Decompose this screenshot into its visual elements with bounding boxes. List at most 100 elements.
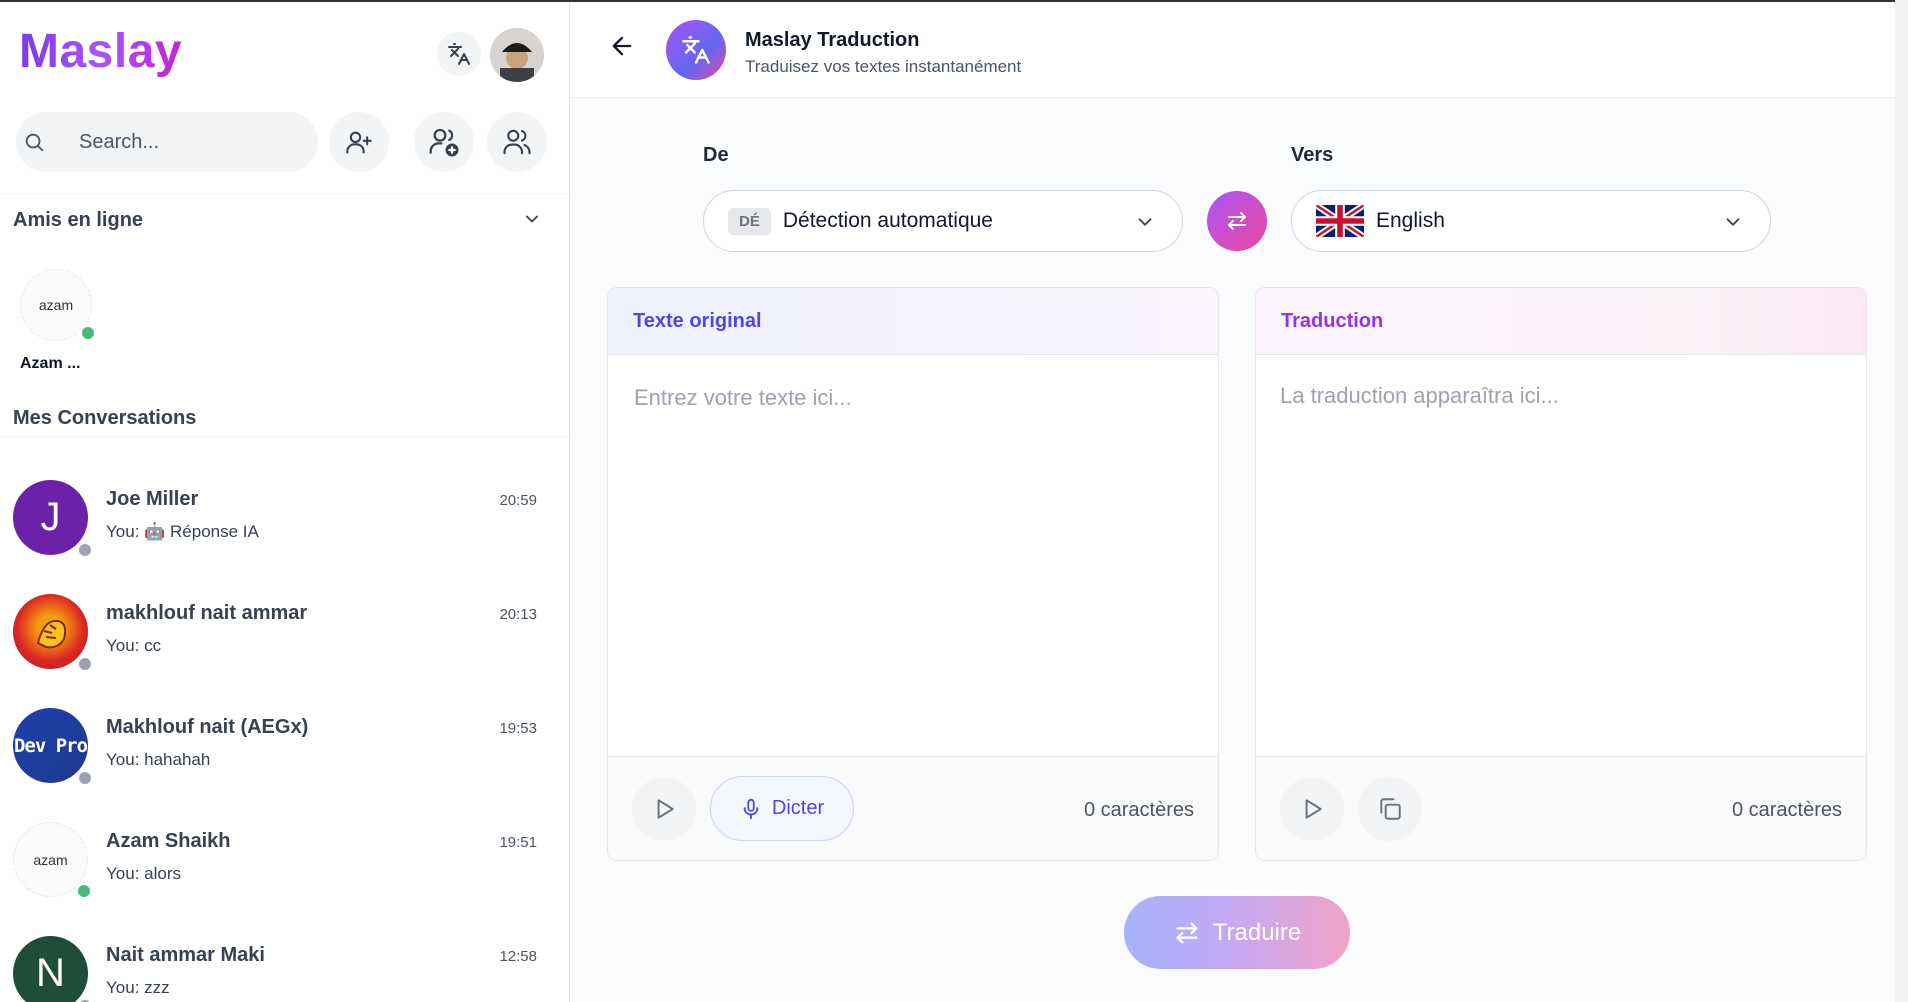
page-scrollbar[interactable] xyxy=(1895,0,1908,1002)
conversation-item[interactable]: azam Azam Shaikh 19:51 You: alors xyxy=(0,822,569,936)
conversations-title: Mes Conversations xyxy=(13,407,197,429)
selected-source-language: Détection automatique xyxy=(782,209,993,232)
avatar-text: azam xyxy=(33,851,68,868)
user-avatar-image xyxy=(490,28,544,82)
source-language-select[interactable]: DÉ Détection automatique xyxy=(703,190,1183,252)
conversation-item[interactable]: makhlouf nait ammar 20:13 You: cc xyxy=(0,594,569,708)
conversation-preview: You: cc xyxy=(106,636,162,655)
source-language-label: De xyxy=(703,144,729,166)
translation-output[interactable]: La traduction apparaîtra ici... xyxy=(1280,383,1842,409)
groups-button[interactable] xyxy=(487,112,547,172)
add-friend-button[interactable] xyxy=(329,112,389,172)
user-plus-icon xyxy=(346,131,372,154)
selected-target-language: English xyxy=(1376,209,1445,232)
translation-panel-body: La traduction apparaîtra ici... xyxy=(1256,355,1866,757)
conversation-name: Azam Shaikh xyxy=(106,830,231,852)
play-translation-button[interactable] xyxy=(1280,777,1344,841)
avatar-letter: N xyxy=(36,951,65,995)
back-button[interactable] xyxy=(608,32,636,65)
online-status-dot xyxy=(75,882,93,900)
offline-status-dot xyxy=(76,997,94,1002)
language-code-badge: DÉ xyxy=(728,207,771,235)
page-title: Maslay Traduction xyxy=(745,29,920,51)
original-text-input[interactable] xyxy=(632,383,1194,729)
avatar: Dev Pro xyxy=(13,708,94,787)
translation-panel-footer: 0 caractères xyxy=(1256,756,1866,860)
search-icon xyxy=(19,131,49,153)
users-icon xyxy=(503,129,531,155)
avatar: N xyxy=(13,936,94,1002)
divider xyxy=(0,436,569,437)
play-icon xyxy=(1305,799,1322,819)
conversation-preview: You: zzz xyxy=(106,978,170,997)
page-subtitle: Traduisez vos textes instantanément xyxy=(745,57,1022,76)
target-language-select[interactable]: English xyxy=(1291,190,1771,252)
avatar xyxy=(13,594,94,673)
original-text-panel: Texte original Dicter 0 caractères xyxy=(607,287,1219,861)
translation-panel-title: Traduction xyxy=(1256,288,1866,355)
swap-languages-button[interactable] xyxy=(1207,191,1267,251)
conversation-time: 19:51 xyxy=(499,834,537,851)
online-status-dot xyxy=(79,324,97,342)
translate-button[interactable]: Traduire xyxy=(1124,896,1350,969)
microphone-icon xyxy=(743,798,759,819)
conversation-item[interactable]: N Nait ammar Maki 12:58 You: zzz xyxy=(0,936,569,1002)
search-input[interactable] xyxy=(77,129,297,155)
conversation-preview: You: 🤖 Réponse IA xyxy=(106,522,259,541)
play-icon xyxy=(657,799,674,819)
offline-status-dot xyxy=(76,655,94,673)
dictate-label: Dicter xyxy=(771,797,825,819)
avatar: J xyxy=(13,480,94,559)
online-friends-title[interactable]: Amis en ligne xyxy=(13,209,143,232)
tiger-artwork-image xyxy=(36,619,66,648)
copy-translation-button[interactable] xyxy=(1358,777,1422,841)
avatar-logo-text: Dev Pro xyxy=(13,734,88,757)
conversation-name: Joe Miller xyxy=(106,488,199,510)
users-plus-icon xyxy=(429,128,459,157)
swap-arrows-icon xyxy=(1228,212,1246,230)
original-panel-title: Texte original xyxy=(608,288,1218,355)
conversation-name: Makhlouf nait (AEGx) xyxy=(106,716,309,738)
original-panel-footer: Dicter 0 caractères xyxy=(608,756,1218,860)
translate-button-label: Traduire xyxy=(1212,918,1302,946)
avatar-text: azam xyxy=(38,297,74,313)
conversation-time: 12:58 xyxy=(499,948,537,965)
avatar: azam xyxy=(20,269,97,342)
conversation-item[interactable]: Dev Pro Makhlouf nait (AEGx) 19:53 You: … xyxy=(0,708,569,822)
chevron-down-icon xyxy=(1722,211,1744,238)
sidebar: Maslay Amis en ligne azam Azam ... Mes C… xyxy=(0,2,570,1002)
create-group-button[interactable] xyxy=(414,112,474,172)
translate-icon xyxy=(448,43,470,65)
original-char-count: 0 caractères xyxy=(1083,799,1194,821)
copy-icon xyxy=(1380,798,1401,820)
conversation-preview: You: hahahah xyxy=(106,750,211,769)
conversation-time: 19:53 xyxy=(499,720,537,737)
original-panel-body xyxy=(608,355,1218,757)
swap-arrows-icon xyxy=(1176,922,1198,943)
topbar: Maslay Traduction Traduisez vos textes i… xyxy=(570,2,1908,98)
chevron-down-icon xyxy=(1134,211,1156,238)
conversation-name: Nait ammar Maki xyxy=(106,944,265,966)
app-logo[interactable]: Maslay xyxy=(19,24,182,79)
target-language-label: Vers xyxy=(1291,144,1334,166)
user-avatar[interactable] xyxy=(490,28,544,82)
uk-flag-icon xyxy=(1316,205,1364,237)
conversation-item[interactable]: J Joe Miller 20:59 You: 🤖 Réponse IA xyxy=(0,480,569,594)
offline-status-dot xyxy=(76,541,94,559)
translation-view: Maslay Traduction Traduisez vos textes i… xyxy=(570,2,1908,1002)
translate-icon xyxy=(682,36,710,64)
conversation-name: makhlouf nait ammar xyxy=(106,602,308,624)
translation-panel: Traduction La traduction apparaîtra ici.… xyxy=(1255,287,1867,861)
play-original-button[interactable] xyxy=(632,777,696,841)
conversation-time: 20:13 xyxy=(499,606,537,623)
translate-shortcut-button[interactable] xyxy=(437,32,481,76)
avatar: azam xyxy=(13,822,93,900)
search-bar[interactable] xyxy=(16,112,318,172)
offline-status-dot xyxy=(76,769,94,787)
dictate-button[interactable]: Dicter xyxy=(710,776,854,841)
chevron-down-icon[interactable] xyxy=(522,209,542,234)
online-friend[interactable]: azam Azam ... xyxy=(20,269,97,372)
translation-char-count: 0 caractères xyxy=(1731,799,1842,821)
conversation-preview: You: alors xyxy=(106,864,181,883)
avatar-letter: J xyxy=(40,495,61,539)
